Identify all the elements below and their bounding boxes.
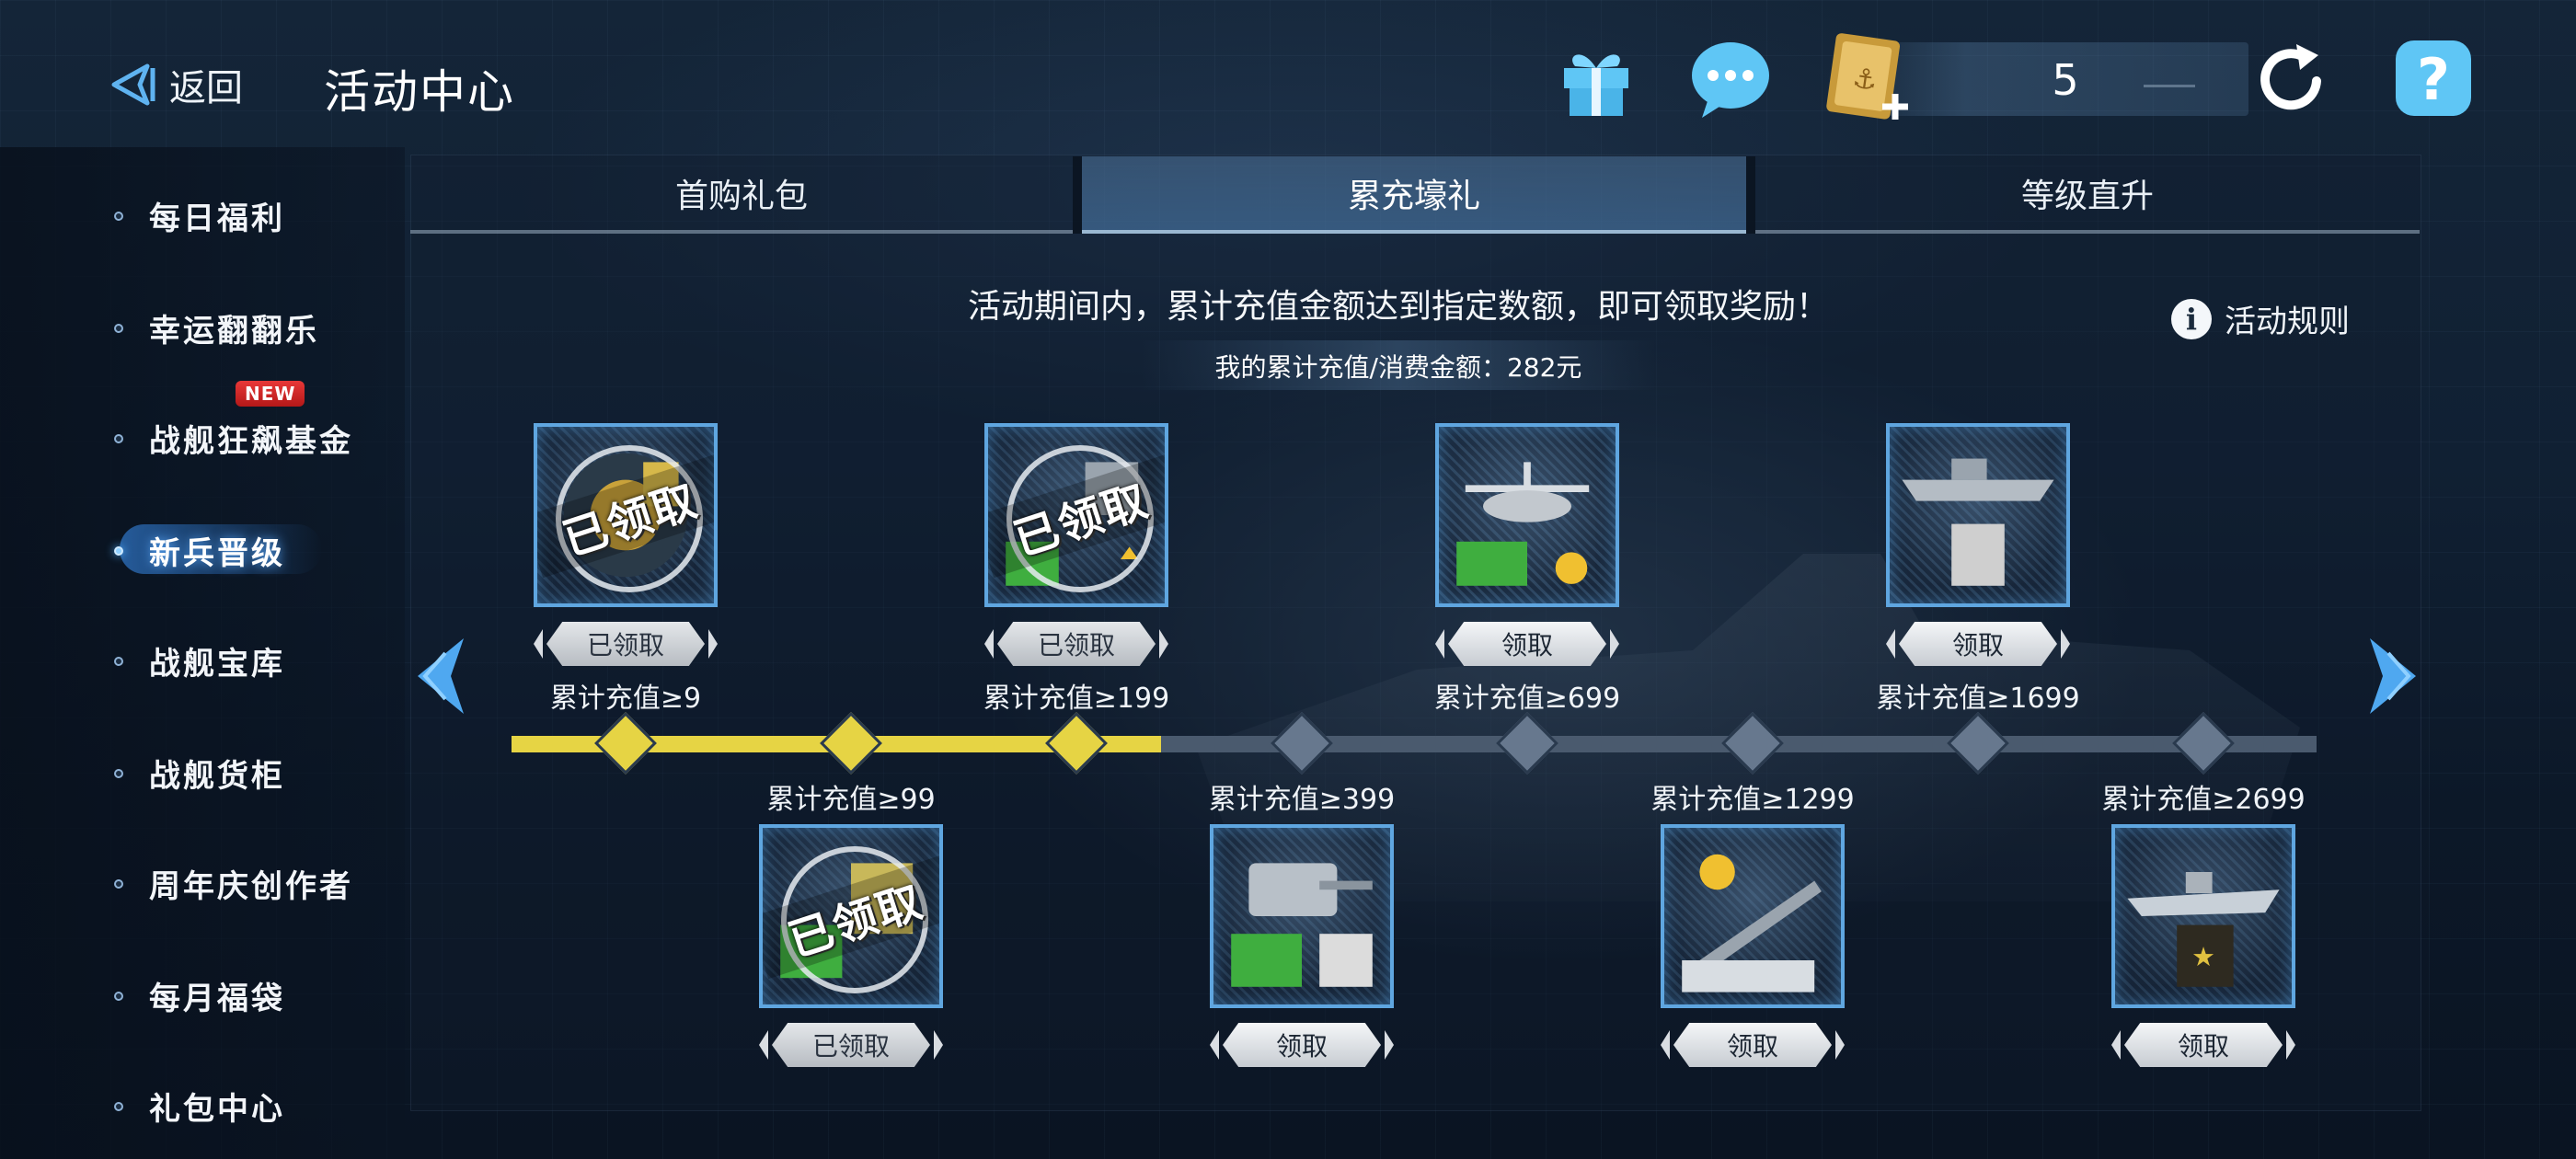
- claim-button[interactable]: 领取: [1899, 622, 2057, 666]
- bullet-icon: [114, 879, 123, 889]
- sidebar-item-label: 周年庆创作者: [149, 867, 353, 905]
- bullet-icon: [114, 992, 123, 1001]
- reward-item-icon: [1456, 462, 1590, 586]
- reward-item-icon: ★: [2127, 872, 2280, 987]
- reward-card[interactable]: 已领取: [759, 824, 943, 1008]
- reward-card[interactable]: [1210, 824, 1394, 1008]
- help-icon[interactable]: ?: [2392, 37, 2475, 120]
- bullet-icon: [114, 434, 123, 443]
- svg-text:★: ★: [2191, 941, 2215, 972]
- sidebar-item-label: 礼包中心: [149, 1090, 285, 1128]
- reward-card[interactable]: [1661, 824, 1845, 1008]
- bullet-icon: [114, 324, 123, 333]
- sidebar-item-label: 战舰狂飙基金: [149, 422, 353, 460]
- milestone-label: 累计充值≥1699: [1876, 683, 2080, 715]
- reward-card[interactable]: [1435, 423, 1619, 607]
- total-spent-text: 我的累计充值/消费金额：282元: [1214, 352, 1582, 383]
- tab-divider: [1073, 156, 1082, 234]
- sidebar-item-daily-bonus[interactable]: 每日福利: [114, 188, 285, 243]
- reward-item-icon: [1682, 854, 1822, 993]
- svg-text:⚓: ⚓: [1850, 62, 1880, 97]
- reward-card[interactable]: ★: [2111, 824, 2295, 1008]
- reward-item-icon: [1902, 458, 2054, 586]
- event-rules-button[interactable]: i 活动规则: [2171, 296, 2350, 341]
- claim-button-frame: 领取: [1223, 1023, 1381, 1067]
- bullet-icon: [114, 546, 123, 556]
- currency-count: 5: [2052, 55, 2079, 105]
- claim-button-frame: 已领取: [546, 622, 705, 666]
- refresh-icon[interactable]: [2250, 37, 2333, 120]
- tab-cumulative-recharge[interactable]: 累充壕礼: [1082, 156, 1746, 234]
- chat-icon[interactable]: [1689, 37, 1772, 120]
- claim-button-frame: 已领取: [997, 622, 1156, 666]
- bullet-icon: [114, 1102, 123, 1111]
- milestone-label: 累计充值≥199: [983, 683, 1170, 715]
- reward-item-icon: [1231, 863, 1373, 987]
- sidebar-item-lucky-flip[interactable]: 幸运翻翻乐: [114, 300, 319, 355]
- sidebar-item-gift-center[interactable]: 礼包中心: [114, 1078, 285, 1133]
- sidebar-item-label: 幸运翻翻乐: [149, 312, 319, 350]
- sidebar-item-anniversary-creator[interactable]: 周年庆创作者: [114, 855, 353, 911]
- new-badge: NEW: [236, 381, 305, 407]
- milestone-label: 累计充值≥2699: [2101, 784, 2306, 816]
- scroll-left-arrow-icon[interactable]: [408, 635, 473, 717]
- svg-text:?: ?: [2417, 46, 2450, 113]
- bullet-icon: [114, 212, 123, 221]
- sidebar-item-label: 新兵晋级: [149, 534, 285, 572]
- tab-first-purchase[interactable]: 首购礼包: [410, 156, 1073, 234]
- claimed-button[interactable]: 已领取: [546, 622, 705, 666]
- back-button[interactable]: 返回: [107, 55, 243, 114]
- milestone-label: 累计充值≥699: [1433, 683, 1621, 715]
- reward-card[interactable]: 已领取: [534, 423, 718, 607]
- claimed-button[interactable]: 已领取: [997, 622, 1156, 666]
- claim-button-frame: 领取: [1448, 622, 1606, 666]
- page-title: 活动中心: [324, 65, 515, 119]
- gift-icon[interactable]: [1555, 37, 1638, 120]
- tab-level-boost[interactable]: 等级直升: [1755, 156, 2420, 234]
- reward-card[interactable]: [1886, 423, 2070, 607]
- bullet-icon: [114, 769, 123, 778]
- sidebar-item-monthly-bag[interactable]: 每月福袋: [114, 968, 285, 1023]
- bullet-icon: [114, 657, 123, 666]
- claim-button-frame: 已领取: [772, 1023, 930, 1067]
- claim-button[interactable]: 领取: [2124, 1023, 2283, 1067]
- tab-divider: [1746, 156, 1755, 234]
- sidebar-item-recruit-promotion[interactable]: 新兵晋级: [114, 522, 285, 578]
- claim-button[interactable]: 领取: [1448, 622, 1606, 666]
- back-arrow-icon: [107, 63, 156, 107]
- ticket-icon[interactable]: ⚓: [1818, 31, 1921, 127]
- info-icon: i: [2171, 298, 2212, 339]
- event-description: 活动期间内，累计充值金额达到指定数额，即可领取奖励！: [967, 288, 1829, 326]
- milestone-label: 累计充值≥1299: [1650, 784, 1855, 816]
- sidebar-item-warship-vault[interactable]: 战舰宝库: [114, 633, 285, 688]
- claim-button-frame: 领取: [2124, 1023, 2283, 1067]
- claimed-button[interactable]: 已领取: [772, 1023, 930, 1067]
- currency-divider: [2144, 85, 2195, 87]
- sidebar-item-label: 每日福利: [149, 200, 285, 237]
- claim-button[interactable]: 领取: [1673, 1023, 1832, 1067]
- milestone-label: 累计充值≥9: [549, 683, 702, 715]
- milestone-label: 累计充值≥399: [1208, 784, 1396, 816]
- sidebar-item-label: 每月福袋: [149, 980, 285, 1017]
- back-label: 返回: [169, 67, 243, 109]
- milestone-label: 累计充值≥99: [766, 784, 936, 816]
- sidebar-item-warship-fund[interactable]: 战舰狂飙基金: [114, 410, 353, 465]
- claim-button-frame: 领取: [1899, 622, 2057, 666]
- claim-button[interactable]: 领取: [1223, 1023, 1381, 1067]
- scroll-right-arrow-icon[interactable]: [2361, 635, 2425, 717]
- sidebar-item-label: 战舰宝库: [149, 645, 285, 683]
- game-screen: 返回 活动中心 ⚓ 5 ? 每日福利 幸运翻翻乐 NEW 战舰狂飙基金 新兵晋级…: [0, 0, 2576, 1159]
- sidebar-item-warship-container[interactable]: 战舰货柜: [114, 745, 285, 800]
- event-rules-label: 活动规则: [2225, 304, 2350, 340]
- sidebar-item-label: 战舰货柜: [149, 757, 285, 795]
- reward-card[interactable]: 已领取: [984, 423, 1168, 607]
- claim-button-frame: 领取: [1673, 1023, 1832, 1067]
